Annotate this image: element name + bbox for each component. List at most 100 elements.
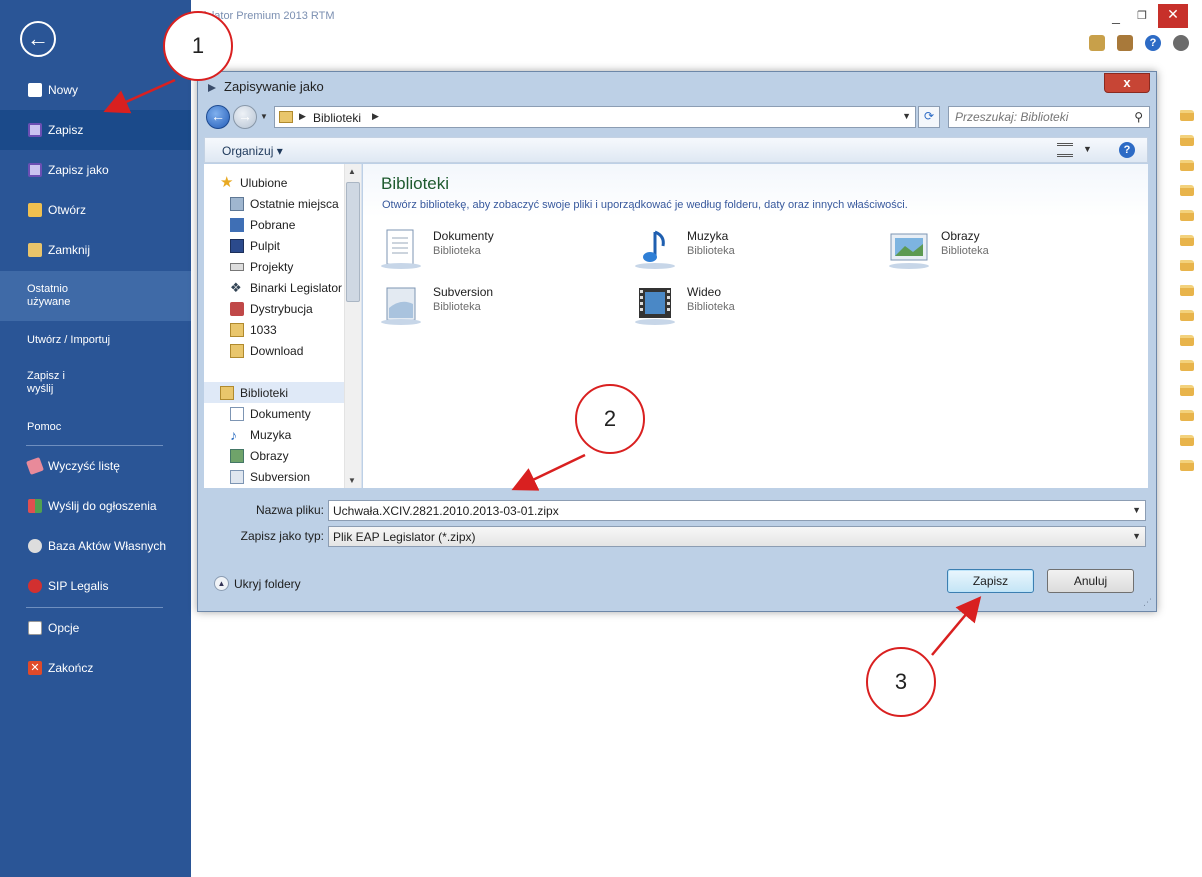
library-documents[interactable]: Dokumenty Biblioteka (379, 224, 619, 272)
sidebar-item-exit[interactable]: ✕ Zakończ (0, 648, 191, 688)
nav-item-recent-places[interactable]: Ostatnie miejsca (230, 193, 361, 214)
chevron-down-icon[interactable]: ▼ (1132, 505, 1141, 515)
window-close-button[interactable]: ✕ (1158, 4, 1188, 28)
nav-item-music[interactable]: ♪ Muzyka (230, 424, 361, 445)
hide-folders-toggle[interactable]: ▲ Ukryj foldery (214, 576, 301, 591)
forward-button[interactable]: → (233, 105, 257, 129)
library-music[interactable]: Muzyka Biblioteka (633, 224, 873, 272)
library-type: Biblioteka (433, 301, 481, 313)
video-library-icon (635, 288, 675, 325)
nav-item-projects[interactable]: Projekty (230, 256, 361, 277)
chevron-down-icon[interactable]: ▼ (902, 111, 911, 121)
nav-item-1033[interactable]: 1033 (230, 319, 361, 340)
sidebar-item-save-as[interactable]: Zapisz jako (0, 150, 191, 190)
restore-button[interactable]: ❐ (1130, 6, 1154, 28)
nav-item-binarki[interactable]: ❖ Binarki Legislator (230, 277, 361, 298)
address-bar[interactable]: ▶ Biblioteki ▶ ▼ (274, 106, 916, 128)
scroll-down-icon[interactable]: ▼ (348, 476, 356, 485)
search-box[interactable]: ⚲ (948, 106, 1150, 128)
library-subversion[interactable]: Subversion Biblioteka (379, 280, 619, 328)
back-arrow-icon[interactable]: ← (20, 21, 56, 57)
nav-pane-scrollbar[interactable]: ▲ ▼ (344, 164, 361, 488)
folder-icon[interactable] (1180, 410, 1194, 421)
folder-icon[interactable] (1180, 110, 1194, 121)
nav-item-distribution[interactable]: Dystrybucja (230, 298, 361, 319)
documents-icon (230, 406, 244, 421)
eraser-icon (26, 457, 44, 475)
nav-item-desktop[interactable]: Pulpit (230, 235, 361, 256)
folder-icon[interactable] (1180, 135, 1194, 146)
chevron-down-icon[interactable]: ▼ (1132, 531, 1141, 541)
library-video[interactable]: Wideo Biblioteka (633, 280, 873, 328)
back-button[interactable]: ← (206, 105, 230, 129)
breadcrumb-separator[interactable]: ▶ (299, 111, 306, 122)
export-icon[interactable] (1089, 35, 1105, 51)
scroll-up-icon[interactable]: ▲ (348, 167, 356, 176)
sidebar-item-save[interactable]: Zapisz (0, 110, 191, 150)
legislator-icon: ❖ (230, 279, 242, 295)
organize-menu-button[interactable]: Organizuj ▾ (222, 144, 283, 158)
nav-item-documents[interactable]: Dokumenty (230, 403, 361, 424)
sidebar-item-create-import[interactable]: Utwórz / Importuj (0, 328, 191, 352)
sidebar-item-options[interactable]: Opcje (0, 608, 191, 648)
sidebar-item-open[interactable]: Otwórz (0, 190, 191, 230)
folder-icon[interactable] (1180, 360, 1194, 371)
library-pictures[interactable]: Obrazy Biblioteka (887, 224, 1127, 272)
help-button[interactable]: ? (1119, 142, 1135, 158)
folder-icon[interactable] (1180, 335, 1194, 346)
help-icon[interactable]: ? (1145, 35, 1161, 51)
nav-item-download[interactable]: Download (230, 340, 361, 361)
nav-item-label: Pulpit (250, 238, 281, 253)
resize-grip-icon[interactable]: ⋰ (1143, 597, 1152, 608)
folder-icon[interactable] (1180, 435, 1194, 446)
nav-item-subversion[interactable]: Subversion (230, 466, 361, 487)
recent-locations-dropdown[interactable]: ▼ (260, 112, 268, 121)
subversion-library-icon (381, 287, 421, 325)
folder-icon[interactable] (1180, 260, 1194, 271)
sidebar-item-save-send[interactable]: Zapisz i wyślij (0, 364, 191, 402)
dialog-close-button[interactable]: x (1104, 73, 1150, 93)
new-document-icon (28, 83, 42, 97)
search-input[interactable] (955, 109, 1125, 125)
breadcrumb-separator[interactable]: ▶ (372, 111, 379, 122)
chevron-up-icon: ▲ (214, 576, 229, 591)
search-icon[interactable]: ⚲ (1134, 110, 1143, 124)
sidebar-item-own-acts-base[interactable]: Baza Aktów Własnych (0, 526, 191, 566)
folder-icon[interactable] (1180, 235, 1194, 246)
sidebar-item-send-announcement[interactable]: Wyślij do ogłoszenia (0, 486, 191, 526)
folder-icon[interactable] (1180, 160, 1194, 171)
breadcrumb-libraries[interactable]: Biblioteki (313, 111, 361, 125)
sidebar-item-new[interactable]: Nowy (0, 70, 191, 110)
scrollbar-thumb[interactable] (346, 182, 360, 302)
cancel-button[interactable]: Anuluj (1047, 569, 1134, 593)
folder-icon[interactable] (1180, 460, 1194, 471)
folder-icon[interactable] (1180, 285, 1194, 296)
filetype-select[interactable]: Plik EAP Legislator (*.zipx) ▼ (328, 526, 1146, 547)
sidebar-item-clear-list[interactable]: Wyczyść listę (0, 446, 191, 486)
nav-item-libraries[interactable]: Biblioteki (204, 382, 344, 403)
filename-field[interactable]: Uchwała.XCIV.2821.2010.2013-03-01.zipx ▼ (328, 500, 1146, 521)
ribbon-collapse-icon[interactable] (1173, 35, 1189, 51)
import-icon[interactable] (1117, 35, 1133, 51)
change-view-icon[interactable] (1057, 143, 1073, 157)
sidebar-item-recent[interactable]: Ostatnio używane (0, 271, 191, 321)
nav-item-downloads[interactable]: Pobrane (230, 214, 361, 235)
folder-icon[interactable] (1180, 185, 1194, 196)
documents-library-icon (381, 229, 421, 269)
nav-item-favorites[interactable]: ★ Ulubione (220, 172, 360, 193)
sidebar-item-label: Wyślij do ogłoszenia (48, 499, 157, 513)
minimize-button[interactable]: _ (1104, 6, 1128, 28)
sidebar-item-close[interactable]: Zamknij (0, 230, 191, 270)
folder-icon[interactable] (1180, 310, 1194, 321)
filename-value[interactable]: Uchwała.XCIV.2821.2010.2013-03-01.zipx (333, 504, 559, 518)
view-options-dropdown[interactable]: ▼ (1083, 144, 1092, 154)
recent-places-icon (230, 196, 244, 211)
sidebar-item-sip-legalis[interactable]: SIP Legalis (0, 566, 191, 606)
save-button[interactable]: Zapisz (947, 569, 1034, 593)
folder-icon[interactable] (1180, 210, 1194, 221)
nav-item-pictures[interactable]: Obrazy (230, 445, 361, 466)
folder-icon (230, 322, 244, 337)
sidebar-item-help[interactable]: Pomoc (0, 415, 191, 439)
refresh-button[interactable]: ⟳ (918, 106, 940, 128)
folder-icon[interactable] (1180, 385, 1194, 396)
